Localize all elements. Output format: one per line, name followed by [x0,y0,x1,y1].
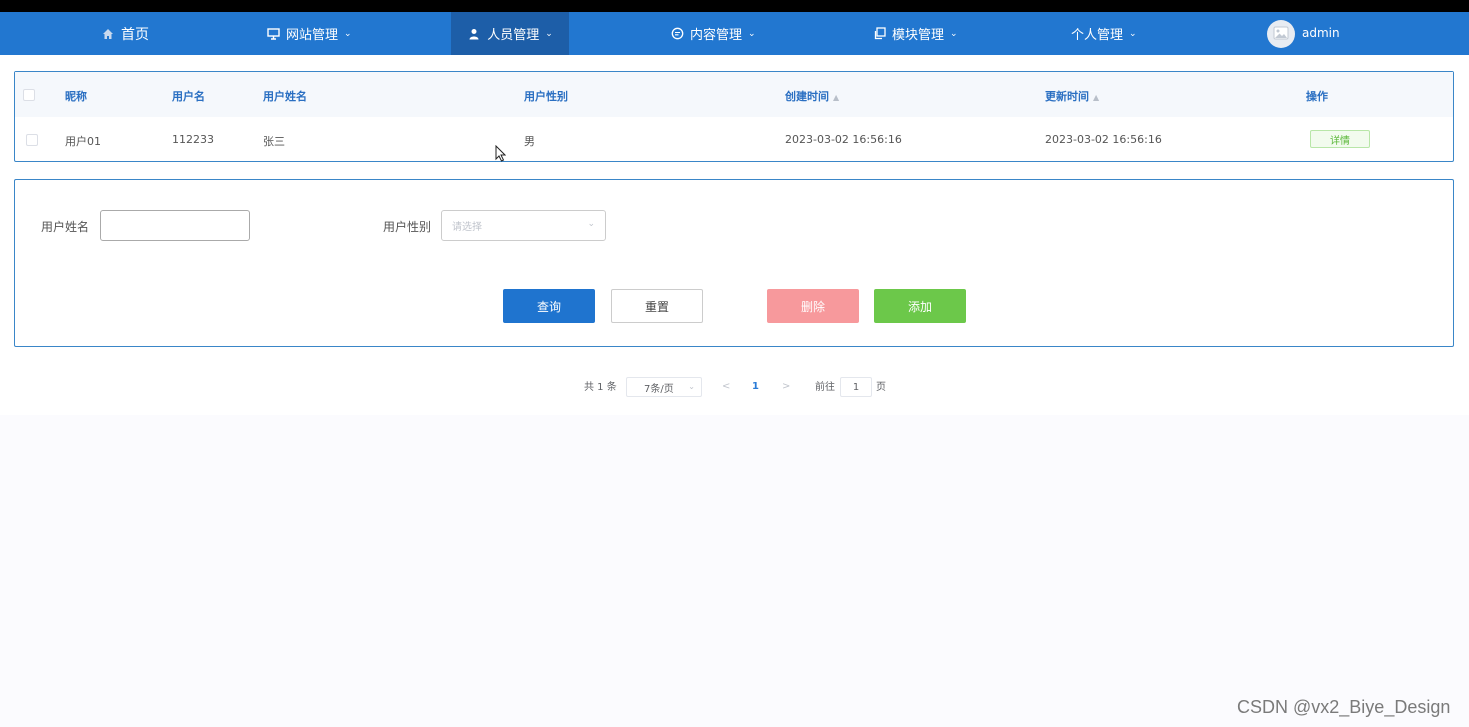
chevron-down-icon: ⌄ [748,28,756,39]
nav-item-home[interactable]: 首页 [101,12,149,55]
cell-nickname: 用户01 [65,135,101,148]
chevron-down-icon: ⌄ [545,28,553,39]
nav-item-personal[interactable]: 个人管理 ⌄ [1071,12,1137,55]
nav-item-label: 首页 [121,26,149,43]
search-form: 用户姓名 用户性别 请选择 ⌄ 查询 重置 删除 添加 [14,179,1454,347]
header-username: 用户名 [172,90,205,103]
mouse-cursor-icon [495,144,507,166]
table-header: 昵称 用户名 用户姓名 用户性别 创建时间 ▲ 更新时间 ▲ 操作 [15,72,1453,117]
row-checkbox[interactable] [26,134,38,146]
page-size-value: 7条/页 [644,383,674,395]
page-suffix: 页 [876,382,886,393]
cell-created: 2023-03-02 16:56:16 [785,133,902,146]
chevron-down-icon: ⌄ [950,28,958,39]
nav-item-label: 模块管理 [892,28,945,43]
goto-label: 前往 [815,382,835,393]
query-button[interactable]: 查询 [503,289,595,323]
nav-item-label: 内容管理 [690,28,743,43]
monitor-icon [266,27,280,41]
chevron-down-icon: ⌄ [1129,28,1137,39]
nav-item-website[interactable]: 网站管理 ⌄ [266,12,352,55]
header-nickname: 昵称 [65,90,87,103]
prev-page-icon[interactable]: < [722,381,730,392]
header-created[interactable]: 创建时间 ▲ [785,88,839,104]
select-all-checkbox[interactable] [23,89,35,101]
goto-page-input[interactable]: 1 [840,377,872,397]
cell-gender: 男 [524,135,535,148]
nav-item-modules[interactable]: 模块管理 ⌄ [872,12,958,55]
gender-select[interactable]: 请选择 ⌄ [441,210,606,241]
window-top-strip [0,0,1469,12]
user-table: 昵称 用户名 用户姓名 用户性别 创建时间 ▲ 更新时间 ▲ 操作 用户01 112… [14,71,1454,162]
sort-icon[interactable]: ▲ [833,93,839,102]
page-size-select[interactable]: 7条/页 ⌄ [626,377,702,397]
pagination-total: 共 1 条 [584,382,617,393]
chevron-down-icon: ⌄ [688,382,695,391]
sort-icon[interactable]: ▲ [1093,93,1099,102]
current-page[interactable]: 1 [752,381,759,392]
chevron-down-icon: ⌄ [344,28,352,39]
chevron-down-icon: ⌄ [587,219,595,229]
nav-item-personnel[interactable]: 人员管理 ⌄ [451,12,569,55]
image-icon [1273,25,1289,44]
cell-updated: 2023-03-02 16:56:16 [1045,133,1162,146]
name-input[interactable] [100,210,250,241]
chat-icon [670,27,684,41]
gender-select-placeholder: 请选择 [452,222,482,233]
next-page-icon[interactable]: > [782,381,790,392]
header-action: 操作 [1306,90,1328,103]
name-label: 用户姓名 [41,220,90,234]
nav-item-label: 个人管理 [1071,28,1124,43]
avatar[interactable] [1267,20,1295,48]
header-updated[interactable]: 更新时间 ▲ [1045,88,1099,104]
add-button[interactable]: 添加 [874,289,966,323]
gender-label: 用户性别 [383,220,432,234]
header-realname: 用户姓名 [263,90,307,103]
delete-button[interactable]: 删除 [767,289,859,323]
nav-item-content[interactable]: 内容管理 ⌄ [670,12,756,55]
reset-button[interactable]: 重置 [611,289,703,323]
header-created-label: 创建时间 [785,90,829,103]
home-icon [101,27,115,41]
header-updated-label: 更新时间 [1045,90,1089,103]
header-gender: 用户性别 [524,90,568,103]
nav-item-label: 人员管理 [487,28,540,43]
copy-icon [872,27,886,41]
user-name[interactable]: admin [1302,26,1340,40]
detail-button[interactable]: 详情 [1310,130,1370,148]
user-icon [467,27,481,41]
watermark: CSDN @vx2_Biye_Design [1237,697,1451,717]
top-navbar: 首页 网站管理 ⌄ 人员管理 ⌄ 内容管理 ⌄ 模块管理 ⌄ 个人管理 ⌄ [0,12,1469,55]
nav-item-label: 网站管理 [286,28,339,43]
cell-realname: 张三 [263,135,285,148]
cell-username: 112233 [172,133,214,146]
